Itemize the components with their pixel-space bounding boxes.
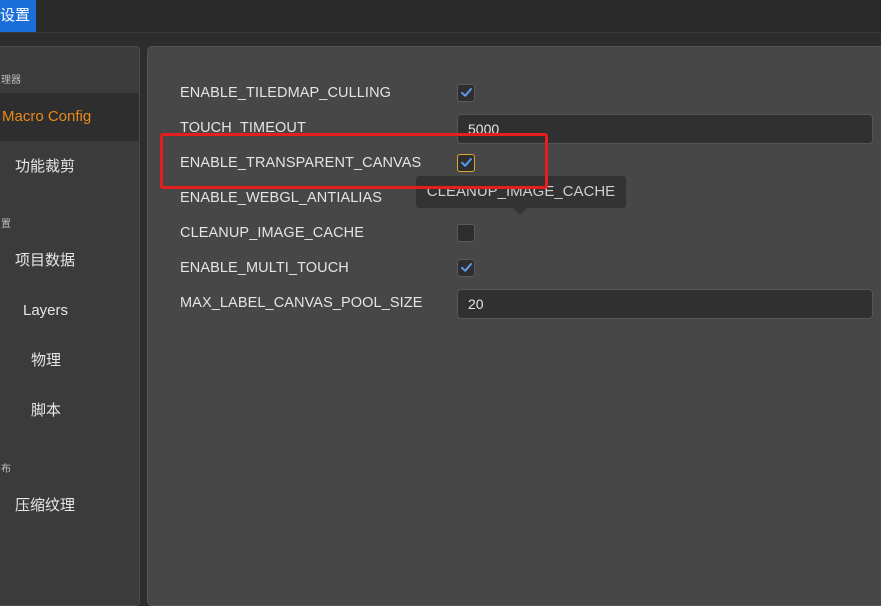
setting-label-enable-webgl-antialias: ENABLE_WEBGL_ANTIALIAS: [180, 190, 383, 206]
sidebar-item-label: 物理: [31, 352, 62, 369]
checkmark-icon: [461, 158, 472, 167]
setting-label-enable-transparent-canvas: ENABLE_TRANSPARENT_CANVAS: [180, 155, 422, 171]
sidebar-item-label: 脚本: [31, 402, 62, 419]
sidebar-item-compress-texture[interactable]: 压缩纹理: [0, 482, 139, 530]
sidebar-group-label: 理器: [1, 75, 21, 86]
tooltip-arrow: [512, 207, 528, 215]
sidebar-item-physics[interactable]: 物理: [0, 337, 139, 385]
title-bar: 设置: [0, 0, 881, 33]
setting-label-max-label-canvas-pool-size: MAX_LABEL_CANVAS_POOL_SIZE: [180, 295, 423, 311]
window-title: 设置: [0, 0, 36, 32]
tooltip: CLEANUP_IMAGE_CACHE: [416, 176, 626, 208]
enable-transparent-canvas-checkbox[interactable]: [457, 154, 475, 172]
setting-label-cleanup-image-cache: CLEANUP_IMAGE_CACHE: [180, 225, 365, 241]
sidebar-item-macro-config[interactable]: Macro Config: [0, 93, 139, 141]
sidebar-group-label: 置: [1, 219, 11, 230]
setting-label-enable-tiledmap-culling: ENABLE_TILEDMAP_CULLING: [180, 85, 392, 101]
max-label-canvas-pool-size-input[interactable]: 20: [457, 289, 873, 319]
sidebar-item-script[interactable]: 脚本: [0, 387, 139, 435]
sidebar-group-label: 布: [1, 464, 11, 475]
cleanup-image-cache-checkbox[interactable]: [457, 224, 475, 242]
checkmark-icon: [461, 263, 472, 272]
checkmark-icon: [461, 88, 472, 97]
setting-label-enable-multi-touch: ENABLE_MULTI_TOUCH: [180, 260, 349, 276]
sidebar-item-label: 功能裁剪: [15, 158, 76, 175]
settings-sidebar: 理器 Macro Config 功能裁剪 置 项目数据 Layers 物理 脚本…: [0, 46, 140, 606]
touch-timeout-input[interactable]: 5000: [457, 114, 873, 144]
sidebar-item-feature-crop[interactable]: 功能裁剪: [0, 143, 139, 191]
enable-tiledmap-culling-checkbox[interactable]: [457, 84, 475, 102]
setting-label-touch-timeout: TOUCH_TIMEOUT: [180, 120, 306, 136]
sidebar-item-project-data[interactable]: 项目数据: [0, 237, 139, 285]
sidebar-item-label: Layers: [23, 302, 69, 319]
sidebar-item-label: 压缩纹理: [15, 497, 76, 514]
sidebar-item-label: Macro Config: [2, 108, 92, 125]
sidebar-item-layers[interactable]: Layers: [0, 287, 139, 335]
sidebar-item-label: 项目数据: [15, 252, 76, 269]
enable-multi-touch-checkbox[interactable]: [457, 259, 475, 277]
